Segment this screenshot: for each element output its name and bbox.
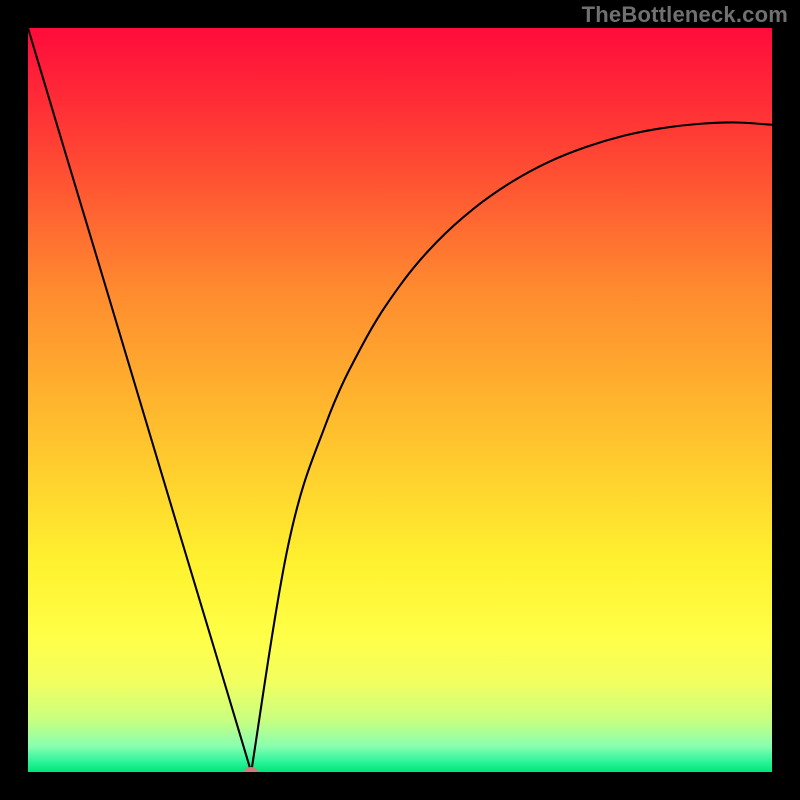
optimal-point-marker: [244, 767, 258, 772]
bottleneck-curve: [28, 28, 772, 772]
watermark-text: TheBottleneck.com: [582, 2, 788, 28]
chart-container: TheBottleneck.com: [0, 0, 800, 800]
plot-area: [28, 28, 772, 772]
